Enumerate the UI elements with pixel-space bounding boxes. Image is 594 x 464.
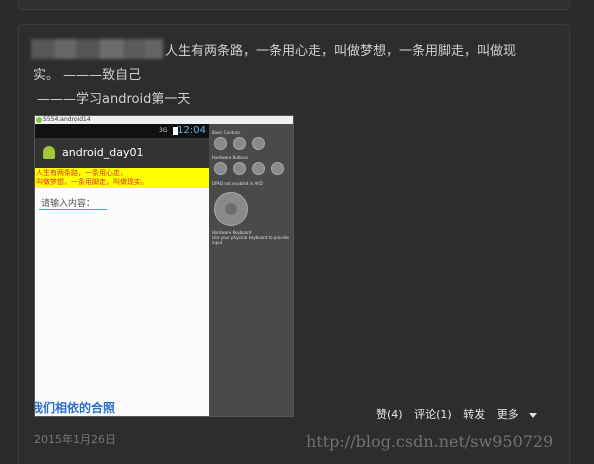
volume-down-icon xyxy=(214,137,227,150)
back-icon xyxy=(252,162,265,175)
post-date: 2015年1月26日 xyxy=(34,433,116,446)
yellow-text-line-2: 叫做梦想，一条用脚走，叫做现实。 xyxy=(36,178,148,186)
yellow-text-line-1: 人生有两条路，一条用心走， xyxy=(36,169,127,177)
hardware-buttons-label: Hardware Buttons xyxy=(212,155,249,160)
post-card: 人生有两条路，一条用心走，叫做梦想，一条用脚走，叫做现 实。 ———致自己 ——… xyxy=(18,24,570,464)
post-text-line-3: ———学习android第一天 xyxy=(37,92,191,107)
comment-button[interactable]: 评论(1) xyxy=(414,408,452,421)
post-actions: 赞(4) 评论(1) 转发 更多 xyxy=(376,406,545,422)
share-button[interactable]: 转发 xyxy=(463,408,485,421)
emulator-phone-screen: 3G 12:04 android_day01 人生有两条路，一条用心走， 叫做梦… xyxy=(34,124,209,416)
watermark: http://blog.csdn.net/sw950729 xyxy=(306,432,554,451)
menu-icon xyxy=(233,162,246,175)
post-text-line-1: 人生有两条路，一条用心走，叫做梦想，一条用脚走，叫做现 xyxy=(165,44,517,59)
signal-icon: 3G xyxy=(159,127,168,134)
edit-text-hint: 请输入内容： xyxy=(39,196,107,210)
power-icon xyxy=(252,137,265,150)
post-image-emulator-screenshot[interactable]: 5554:android14 3G 12:04 android_day01 人生… xyxy=(34,115,294,417)
volume-up-icon xyxy=(233,137,246,150)
previous-post-card xyxy=(18,0,570,10)
emulator-control-panel: Basic Controls Hardware Buttons DPAD not… xyxy=(209,124,293,416)
app-name: android_day01 xyxy=(62,146,144,159)
dpad-icon xyxy=(214,192,248,226)
more-button[interactable]: 更多 xyxy=(497,408,537,421)
android-icon xyxy=(43,146,55,159)
basic-controls-label: Basic Controls xyxy=(212,130,241,135)
status-clock: 12:04 xyxy=(177,125,206,136)
home-icon xyxy=(214,162,227,175)
dpad-label: DPAD not enabled in AVD xyxy=(212,181,263,186)
search-icon xyxy=(271,162,284,175)
chevron-down-icon xyxy=(528,412,537,418)
emulator-window-title: 5554:android14 xyxy=(35,116,293,124)
blurred-username xyxy=(31,39,163,59)
like-button[interactable]: 赞(4) xyxy=(376,408,403,421)
bottom-image-text: 我们相依的合照 xyxy=(34,401,116,415)
yellow-text-view: 人生有两条路，一条用心走， 叫做梦想，一条用脚走，叫做现实。 xyxy=(35,168,209,188)
keyboard-note: Use your physical keyboard to provide in… xyxy=(212,235,289,245)
app-action-bar: android_day01 xyxy=(35,138,209,168)
post-text-line-2: 实。 ———致自己 xyxy=(33,68,142,83)
phone-status-bar: 3G 12:04 xyxy=(35,124,209,138)
more-label: 更多 xyxy=(496,408,519,421)
